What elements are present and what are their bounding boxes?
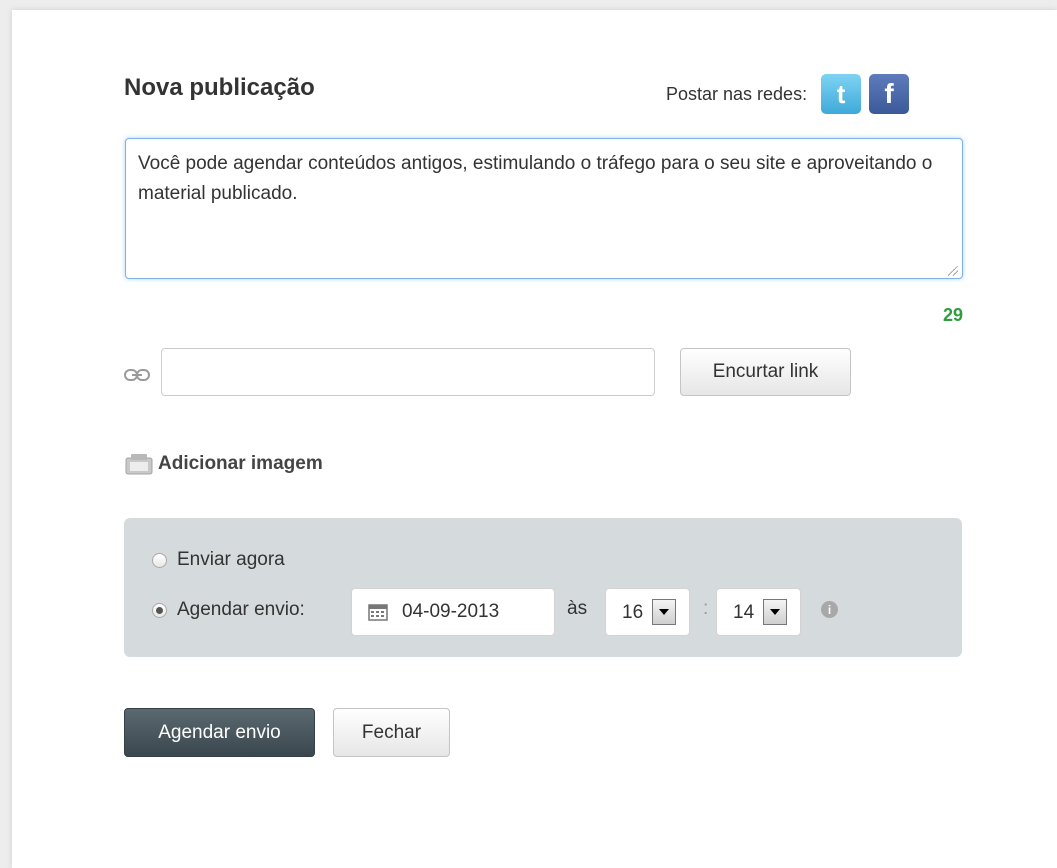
time-separator: : xyxy=(703,598,709,619)
hour-select[interactable]: 16 xyxy=(605,588,690,636)
add-image-label: Adicionar imagem xyxy=(158,453,323,474)
facebook-glyph: f xyxy=(884,78,894,109)
add-image-link[interactable]: Adicionar imagem xyxy=(124,452,323,476)
minute-select[interactable]: 14 xyxy=(716,588,801,636)
schedule-label: Agendar envio: xyxy=(177,599,305,620)
resize-grip[interactable] xyxy=(948,266,958,276)
send-now-option[interactable]: Enviar agora xyxy=(152,549,285,571)
info-icon[interactable]: i xyxy=(821,601,838,618)
chevron-down-icon[interactable] xyxy=(763,599,787,625)
at-label: às xyxy=(567,598,588,619)
link-input[interactable] xyxy=(161,348,655,396)
date-value: 04-09-2013 xyxy=(402,601,500,622)
networks-label: Postar nas redes: xyxy=(666,83,808,104)
twitter-icon[interactable]: t xyxy=(821,74,862,114)
chevron-down-icon[interactable] xyxy=(652,599,676,625)
schedule-option[interactable]: Agendar envio: xyxy=(152,599,305,621)
shorten-link-button[interactable]: Encurtar link xyxy=(680,348,851,396)
link-icon xyxy=(124,369,150,381)
date-picker[interactable]: 04-09-2013 xyxy=(351,588,555,636)
char-counter: 29 xyxy=(942,305,963,325)
calendar-icon xyxy=(368,604,388,621)
image-icon xyxy=(125,454,153,475)
twitter-glyph: t xyxy=(836,78,846,109)
minute-value: 14 xyxy=(733,602,755,623)
social-networks: Postar nas redes: t f xyxy=(666,74,910,114)
schedule-radio[interactable] xyxy=(152,602,167,618)
schedule-panel: Enviar agora Agendar envio: 04-09-2013 à… xyxy=(124,518,962,657)
schedule-send-button[interactable]: Agendar envio xyxy=(124,708,315,757)
radio-selected-dot xyxy=(156,606,163,614)
send-now-radio[interactable] xyxy=(152,552,167,568)
hour-value: 16 xyxy=(622,602,644,623)
dialog-title: Nova publicação xyxy=(124,74,315,101)
close-button[interactable]: Fechar xyxy=(333,708,450,757)
post-textarea[interactable] xyxy=(125,138,963,279)
send-now-label: Enviar agora xyxy=(177,549,285,570)
facebook-icon[interactable]: f xyxy=(869,74,910,114)
